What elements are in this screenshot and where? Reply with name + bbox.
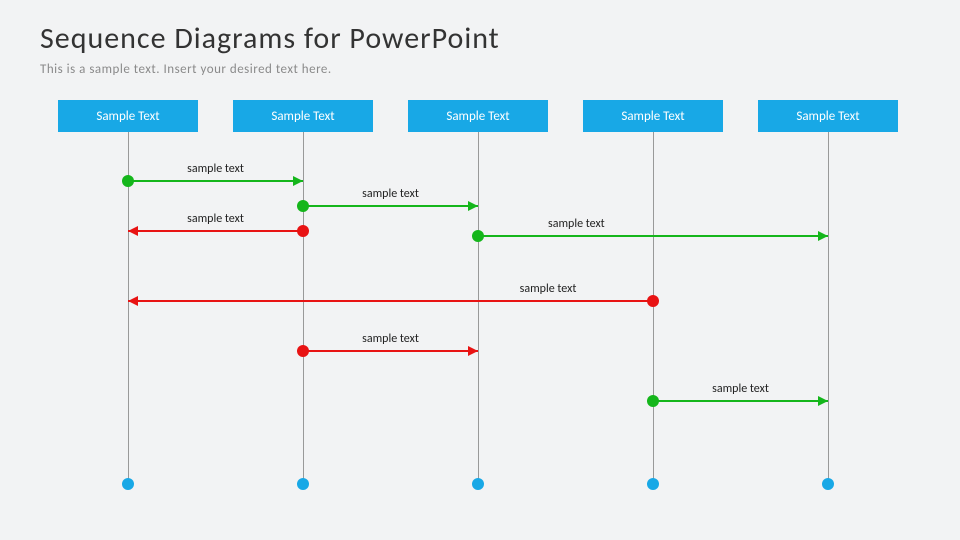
lane-label: Sample Text (96, 109, 159, 124)
arrowhead-icon (468, 201, 478, 211)
page-subtitle: This is a sample text. Insert your desir… (40, 62, 332, 77)
arrowhead-icon (818, 231, 828, 241)
lifeline (303, 132, 304, 482)
message-origin-dot (122, 175, 134, 187)
message-label: sample text (187, 162, 244, 176)
message-label: sample text (712, 382, 769, 396)
message-origin-dot (647, 395, 659, 407)
lane-label: Sample Text (271, 109, 334, 124)
message-origin-dot (297, 345, 309, 357)
message-origin-dot (297, 200, 309, 212)
lane-header: Sample Text (583, 100, 723, 132)
lane-label: Sample Text (446, 109, 509, 124)
lane-label: Sample Text (621, 109, 684, 124)
message-origin-dot (472, 230, 484, 242)
lane-header: Sample Text (408, 100, 548, 132)
sequence-diagram: Sample Text Sample Text Sample Text Sample … (58, 100, 908, 520)
lane-header: Sample Text (233, 100, 373, 132)
lifeline-end-dot (122, 478, 134, 490)
lifeline (828, 132, 829, 482)
lane-header: Sample Text (58, 100, 198, 132)
message-label: sample text (362, 187, 419, 201)
lifeline (653, 132, 654, 482)
message-label: sample text (362, 332, 419, 346)
lifeline-end-dot (297, 478, 309, 490)
arrowhead-icon (818, 396, 828, 406)
arrowhead-icon (128, 296, 138, 306)
message-arrow: sample text (128, 300, 653, 302)
message-arrow: sample text (303, 350, 478, 352)
message-arrow: sample text (128, 180, 303, 182)
message-arrow: sample text (128, 230, 303, 232)
message-arrow: sample text (478, 235, 828, 237)
lane-label: Sample Text (796, 109, 859, 124)
message-arrow: sample text (303, 205, 478, 207)
message-label: sample text (520, 282, 577, 296)
message-label: sample text (548, 217, 605, 231)
message-label: sample text (187, 212, 244, 226)
page-title: Sequence Diagrams for PowerPoint (40, 20, 500, 57)
arrowhead-icon (128, 226, 138, 236)
message-arrow: sample text (653, 400, 828, 402)
arrowhead-icon (293, 176, 303, 186)
lane-header: Sample Text (758, 100, 898, 132)
arrowhead-icon (468, 346, 478, 356)
lifeline (478, 132, 479, 482)
lifeline-end-dot (647, 478, 659, 490)
message-origin-dot (297, 225, 309, 237)
message-origin-dot (647, 295, 659, 307)
lifeline-end-dot (822, 478, 834, 490)
lifeline-end-dot (472, 478, 484, 490)
